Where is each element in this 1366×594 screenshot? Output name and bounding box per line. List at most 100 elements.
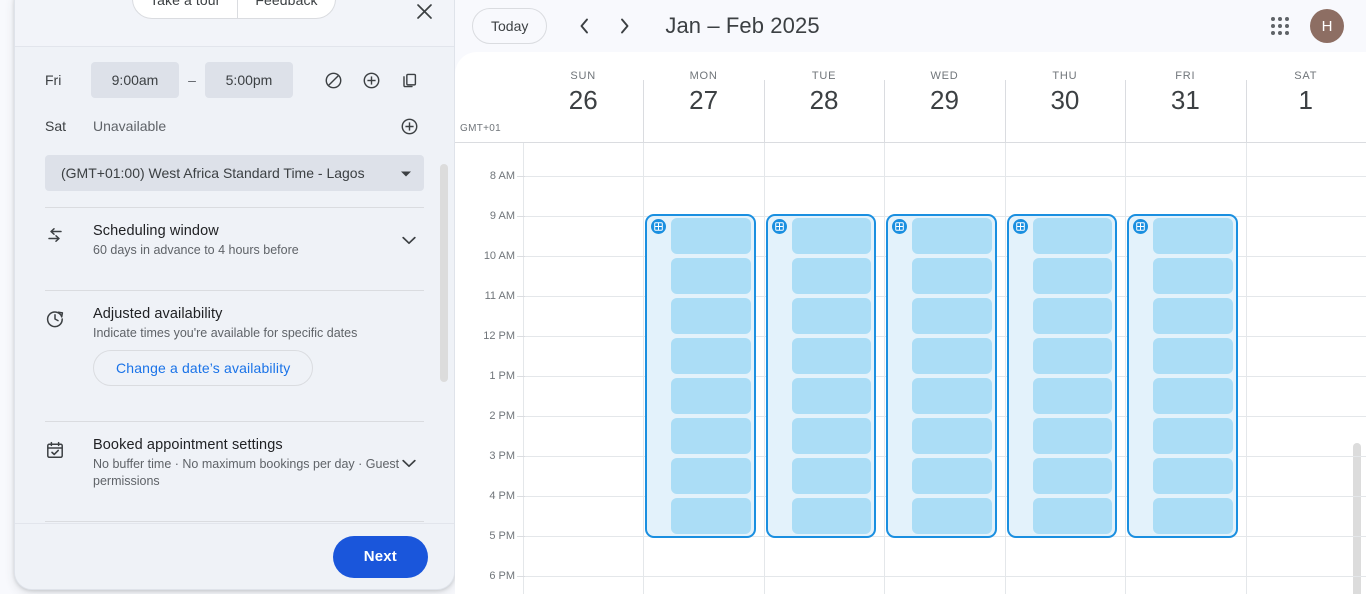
tab-feedback[interactable]: Feedback <box>237 0 334 18</box>
available-time-slot[interactable] <box>671 338 751 374</box>
available-time-slot[interactable] <box>791 338 872 374</box>
unavailable-label-sat: Unavailable <box>93 118 167 134</box>
available-time-slot[interactable] <box>1153 378 1233 414</box>
available-time-slot[interactable] <box>1032 378 1113 414</box>
timezone-row: (GMT+01:00) West Africa Standard Time - … <box>45 149 424 191</box>
day-label-sat: Sat <box>45 118 67 134</box>
day-number-label: 26 <box>568 85 598 115</box>
available-time-slot[interactable] <box>1153 498 1233 534</box>
timezone-select[interactable]: (GMT+01:00) West Africa Standard Time - … <box>45 155 424 191</box>
next-button[interactable]: Next <box>332 535 428 578</box>
available-time-slot[interactable] <box>1153 418 1233 454</box>
column-separator <box>884 80 886 142</box>
previous-period-icon[interactable] <box>567 9 601 43</box>
calendar-day-header: GMT+01 SUN 26 MON 27 TUE 28 WED 29 THU 30 FRI 31 SAT… <box>455 52 1366 142</box>
day-header-sat[interactable]: SAT 1 <box>1246 70 1366 115</box>
hour-label: 4 PM <box>489 490 515 502</box>
block-unavailable-icon[interactable] <box>318 65 348 95</box>
available-time-slot[interactable] <box>1032 418 1113 454</box>
today-button[interactable]: Today <box>472 8 548 44</box>
apps-grid-icon[interactable] <box>1262 8 1298 44</box>
available-time-slot[interactable] <box>912 258 992 294</box>
day-label-fri: Fri <box>45 72 62 88</box>
add-time-icon[interactable] <box>394 111 424 141</box>
available-time-slot[interactable] <box>671 298 751 334</box>
section-scheduling-window[interactable]: Scheduling window 60 days in advance to … <box>45 208 424 274</box>
available-time-slot[interactable] <box>1032 258 1113 294</box>
add-time-icon[interactable] <box>356 65 386 95</box>
available-time-slot[interactable] <box>1153 258 1233 294</box>
available-time-slot[interactable] <box>791 458 872 494</box>
available-time-slot[interactable] <box>1153 298 1233 334</box>
day-of-week-label: WED <box>930 70 959 82</box>
day-number-label: 1 <box>1298 85 1313 115</box>
day-header-fri[interactable]: FRI 31 <box>1125 70 1245 115</box>
available-time-slot[interactable] <box>1032 458 1113 494</box>
duplicate-icon[interactable] <box>394 65 424 95</box>
available-time-slot[interactable] <box>671 258 751 294</box>
panel-scroll-area: Fri 9:00am – 5:00pm Sat Unavailable (GMT… <box>15 47 454 525</box>
available-time-slot[interactable] <box>671 218 751 254</box>
available-time-slot[interactable] <box>791 418 872 454</box>
hour-tick <box>517 216 525 217</box>
column-separator <box>763 80 765 142</box>
avatar[interactable]: H <box>1310 9 1344 43</box>
available-time-slot[interactable] <box>912 378 992 414</box>
day-of-week-label: SUN <box>570 70 597 82</box>
available-time-slot[interactable] <box>1032 298 1113 334</box>
section-booked-appointment-settings[interactable]: Booked appointment settings No buffer ti… <box>45 422 424 505</box>
available-time-slot[interactable] <box>791 498 872 534</box>
appointment-schedule-block[interactable] <box>1127 214 1238 538</box>
chevron-down-icon[interactable] <box>394 448 424 478</box>
hour-label: 3 PM <box>489 450 515 462</box>
day-header-sun[interactable]: SUN 26 <box>523 70 643 115</box>
available-time-slot[interactable] <box>791 378 872 414</box>
available-time-slot[interactable] <box>1153 458 1233 494</box>
hour-gridline <box>523 576 1366 577</box>
available-time-slot[interactable] <box>912 298 992 334</box>
available-time-slot[interactable] <box>912 338 992 374</box>
available-time-slot[interactable] <box>1153 218 1233 254</box>
available-time-slot[interactable] <box>671 458 751 494</box>
change-date-availability-button[interactable]: Change a date’s availability <box>93 349 314 386</box>
available-time-slot[interactable] <box>671 418 751 454</box>
day-header-wed[interactable]: WED 29 <box>884 70 1004 115</box>
appointment-schedule-block[interactable] <box>1006 214 1118 538</box>
panel-scrollbar[interactable] <box>440 164 448 382</box>
available-time-slot[interactable] <box>912 458 992 494</box>
available-time-slot[interactable] <box>912 218 992 254</box>
panel-tab-group: Take a tour Feedback <box>132 0 336 19</box>
day-number-label: 29 <box>930 85 959 115</box>
end-time-fri[interactable]: 5:00pm <box>205 62 293 98</box>
column-separator <box>1245 80 1247 142</box>
available-time-slot[interactable] <box>1032 218 1113 254</box>
available-time-slot[interactable] <box>912 418 992 454</box>
close-icon[interactable] <box>408 0 440 27</box>
available-time-slot[interactable] <box>791 258 872 294</box>
calendar-scrollbar[interactable] <box>1353 443 1361 594</box>
available-time-slot[interactable] <box>671 378 751 414</box>
available-time-slot[interactable] <box>1032 498 1113 534</box>
appointment-schedule-block[interactable] <box>886 214 997 538</box>
available-time-slot[interactable] <box>791 298 872 334</box>
next-period-icon[interactable] <box>607 9 641 43</box>
day-header-mon[interactable]: MON 27 <box>643 70 763 115</box>
chevron-down-icon[interactable] <box>394 226 424 256</box>
day-header-tue[interactable]: TUE 28 <box>764 70 884 115</box>
available-time-slot[interactable] <box>791 218 872 254</box>
appointment-schedule-block[interactable] <box>645 214 756 538</box>
hour-tick <box>517 536 525 537</box>
available-time-slot[interactable] <box>671 498 751 534</box>
hour-label: 6 PM <box>489 570 515 582</box>
hour-tick <box>517 416 525 417</box>
start-time-fri[interactable]: 9:00am <box>91 62 179 98</box>
tab-take-a-tour[interactable]: Take a tour <box>133 0 237 18</box>
available-time-slot[interactable] <box>912 498 992 534</box>
available-time-slot[interactable] <box>1153 338 1233 374</box>
available-time-slot[interactable] <box>1032 338 1113 374</box>
section-adjusted-availability: Adjusted availability Indicate times you… <box>45 291 424 405</box>
day-header-thu[interactable]: THU 30 <box>1005 70 1125 115</box>
appointment-schedule-block[interactable] <box>765 214 877 538</box>
swap-horizontal-icon <box>45 223 93 259</box>
calendar-toolbar-right: H <box>1262 8 1344 44</box>
